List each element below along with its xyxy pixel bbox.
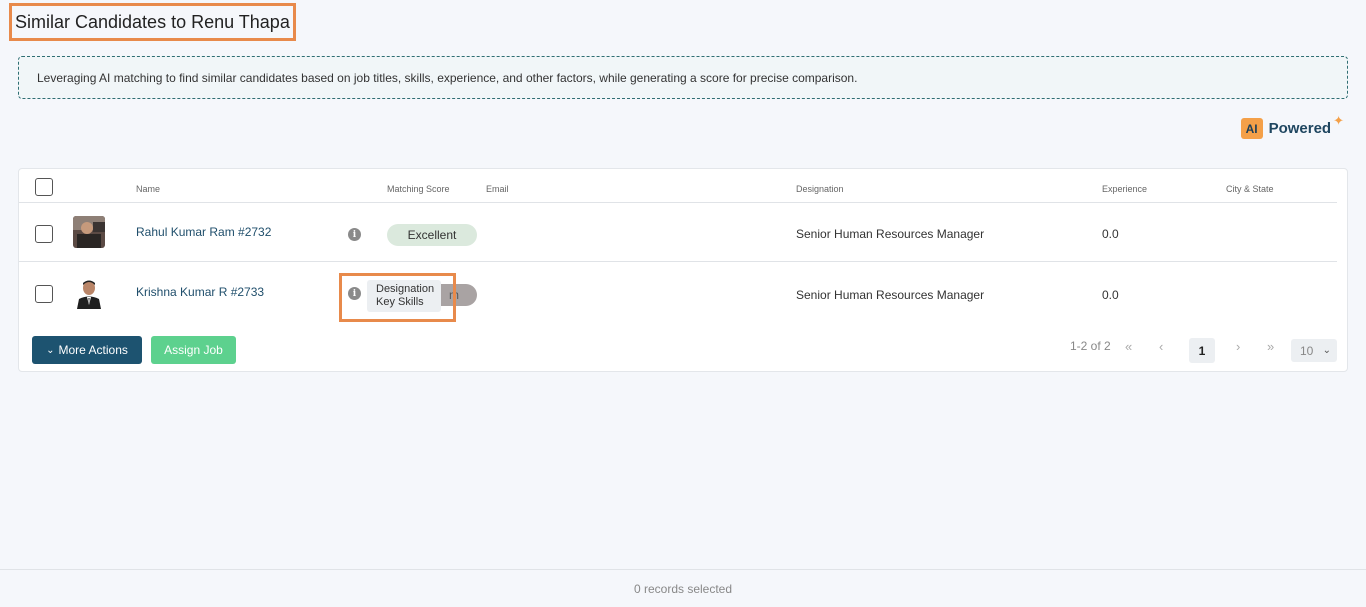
chevron-down-icon: ⌄ xyxy=(46,344,55,356)
header-name[interactable]: Name xyxy=(136,184,160,194)
records-selected-text: 0 records selected xyxy=(633,581,733,596)
matching-score-badge: Excellent xyxy=(387,224,477,246)
last-page-icon[interactable]: » xyxy=(1267,339,1274,354)
table-row[interactable]: Krishna Kumar R #2733 i m Senior Human R… xyxy=(19,262,1349,320)
prev-page-icon[interactable]: ‹ xyxy=(1159,339,1163,354)
header-matching-score[interactable]: Matching Score xyxy=(387,184,450,194)
page-size-value: 10 xyxy=(1300,343,1314,358)
experience-cell: 0.0 xyxy=(1102,288,1119,302)
ai-icon: AI xyxy=(1240,118,1263,139)
table-header: Name Matching Score Email Designation Ex… xyxy=(19,169,1349,202)
avatar xyxy=(73,216,105,248)
row-checkbox[interactable] xyxy=(35,285,53,303)
candidates-table-card: Name Matching Score Email Designation Ex… xyxy=(18,168,1348,372)
info-icon[interactable]: i xyxy=(348,228,361,241)
candidate-name-link[interactable]: Rahul Kumar Ram #2732 xyxy=(136,225,271,239)
header-designation[interactable]: Designation xyxy=(796,184,844,194)
selection-footer: 0 records selected xyxy=(0,569,1366,607)
row-checkbox[interactable] xyxy=(35,225,53,243)
select-all-checkbox[interactable] xyxy=(35,178,53,196)
header-experience[interactable]: Experience xyxy=(1102,184,1147,194)
table-row[interactable]: Rahul Kumar Ram #2732 i Excellent Senior… xyxy=(19,203,1349,261)
assign-job-label: Assign Job xyxy=(164,343,223,357)
tooltip-highlight-box xyxy=(339,273,456,322)
avatar xyxy=(73,277,105,309)
sparkle-icon: ✦ xyxy=(1333,112,1344,128)
current-page-button[interactable]: 1 xyxy=(1189,338,1215,363)
page-size-select[interactable]: 10 ⌄ xyxy=(1291,339,1337,362)
designation-cell: Senior Human Resources Manager xyxy=(796,227,985,241)
ai-powered-badge: AI Powered ✦ xyxy=(1240,113,1348,139)
chevron-down-icon: ⌄ xyxy=(1322,345,1331,356)
candidate-name-link[interactable]: Krishna Kumar R #2733 xyxy=(136,285,264,299)
header-email[interactable]: Email xyxy=(486,184,509,194)
header-city-state[interactable]: City & State xyxy=(1226,184,1274,194)
first-page-icon[interactable]: « xyxy=(1125,339,1132,354)
page-title-container: Similar Candidates to Renu Thapa xyxy=(9,3,296,41)
experience-cell: 0.0 xyxy=(1102,227,1119,241)
more-actions-label: More Actions xyxy=(58,343,128,357)
designation-cell: Senior Human Resources Manager xyxy=(796,288,985,302)
next-page-icon[interactable]: › xyxy=(1236,339,1240,354)
ai-info-banner: Leveraging AI matching to find similar c… xyxy=(18,56,1348,99)
pagination-range: 1-2 of 2 xyxy=(1070,339,1111,353)
assign-job-button[interactable]: Assign Job xyxy=(151,336,236,364)
more-actions-button[interactable]: ⌄ More Actions xyxy=(32,336,142,364)
page-title: Similar Candidates to Renu Thapa xyxy=(15,11,290,32)
banner-text: Leveraging AI matching to find similar c… xyxy=(37,70,858,85)
ai-powered-label: Powered xyxy=(1268,120,1332,137)
